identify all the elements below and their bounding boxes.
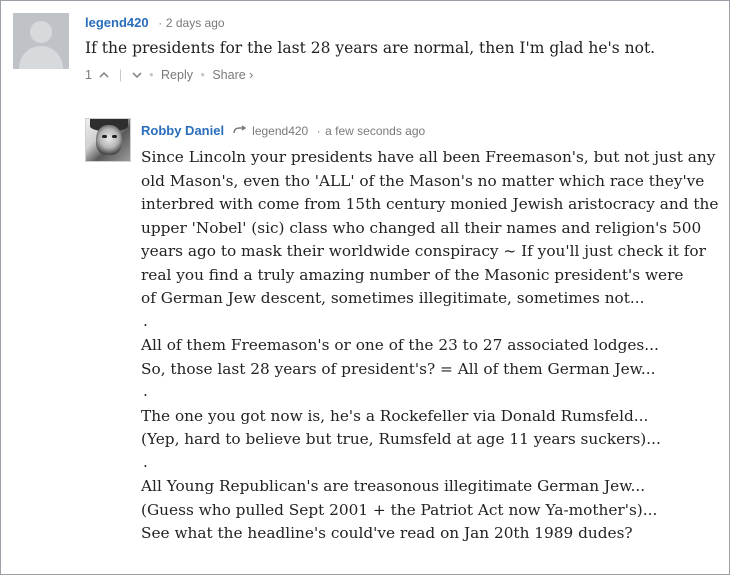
comment-text: If the presidents for the last 28 years …	[85, 39, 656, 57]
reply-line: So, those last 28 years of president's? …	[141, 359, 656, 378]
avatar[interactable]	[85, 118, 131, 162]
reply-link[interactable]: Reply	[161, 68, 193, 82]
avatar-face-shape	[96, 125, 122, 155]
reply-line: interbred with come from 15th century mo…	[141, 195, 719, 213]
comment-timestamp[interactable]: 2 days ago	[166, 16, 225, 30]
reply-line: .	[143, 311, 148, 330]
reply-line: (Yep, hard to believe but true, Rumsfeld…	[141, 430, 661, 448]
avatar-eye-shape	[102, 135, 107, 138]
share-link[interactable]: Share ›	[212, 68, 253, 82]
reply-header: Robby Daniel legend420 · a few seconds a…	[141, 122, 425, 140]
reply-line: All Young Republican's are treasonous il…	[141, 477, 646, 495]
reply-line: real you find a truly amazing number of …	[141, 265, 684, 284]
reply-line: .	[143, 452, 148, 471]
reply-line: See what the headline's could've read on…	[141, 524, 633, 542]
comment-header: legend420 · 2 days ago	[85, 15, 225, 30]
reply-line: Since Lincoln your presidents have all b…	[141, 148, 716, 166]
divider: |	[118, 68, 123, 82]
reply-to-user[interactable]: legend420	[252, 124, 308, 138]
reply-arrow-icon	[232, 123, 251, 138]
reply-line: All of them Freemason's or one of the 23…	[141, 336, 659, 354]
reply-line: of German Jew descent, sometimes illegit…	[141, 289, 645, 307]
avatar-head-shape	[30, 21, 52, 43]
reply-line: upper 'Nobel' (sic) class who changed al…	[141, 218, 702, 237]
chevron-down-icon[interactable]	[132, 68, 142, 82]
reply-line: old Mason's, even tho 'ALL' of the Mason…	[141, 171, 705, 190]
comment-author[interactable]: legend420	[85, 15, 149, 30]
reply-author[interactable]: Robby Daniel	[141, 123, 224, 138]
dot-separator: •	[149, 68, 154, 82]
comment-actions: 1 | • Reply • Share ›	[85, 68, 253, 82]
avatar-body-shape	[19, 46, 63, 69]
dot-separator: •	[200, 68, 205, 82]
reply-line: (Guess who pulled Sept 2001 + the Patrio…	[141, 500, 658, 519]
reply-line: years ago to mask their worldwide conspi…	[141, 242, 706, 260]
reply-text: Since Lincoln your presidents have all b…	[141, 146, 726, 546]
avatar-eye-shape	[112, 135, 117, 138]
avatar[interactable]	[13, 13, 69, 69]
comments-panel: legend420 · 2 days ago If the presidents…	[0, 0, 730, 575]
chevron-up-icon[interactable]	[99, 68, 110, 82]
comment-separator: ·	[158, 16, 163, 30]
reply-timestamp[interactable]: a few seconds ago	[325, 124, 425, 138]
upvote-count: 1	[85, 68, 92, 82]
comment-separator: ·	[316, 124, 321, 138]
reply-line: The one you got now is, he's a Rockefell…	[141, 406, 649, 425]
reply-line: .	[143, 382, 148, 400]
